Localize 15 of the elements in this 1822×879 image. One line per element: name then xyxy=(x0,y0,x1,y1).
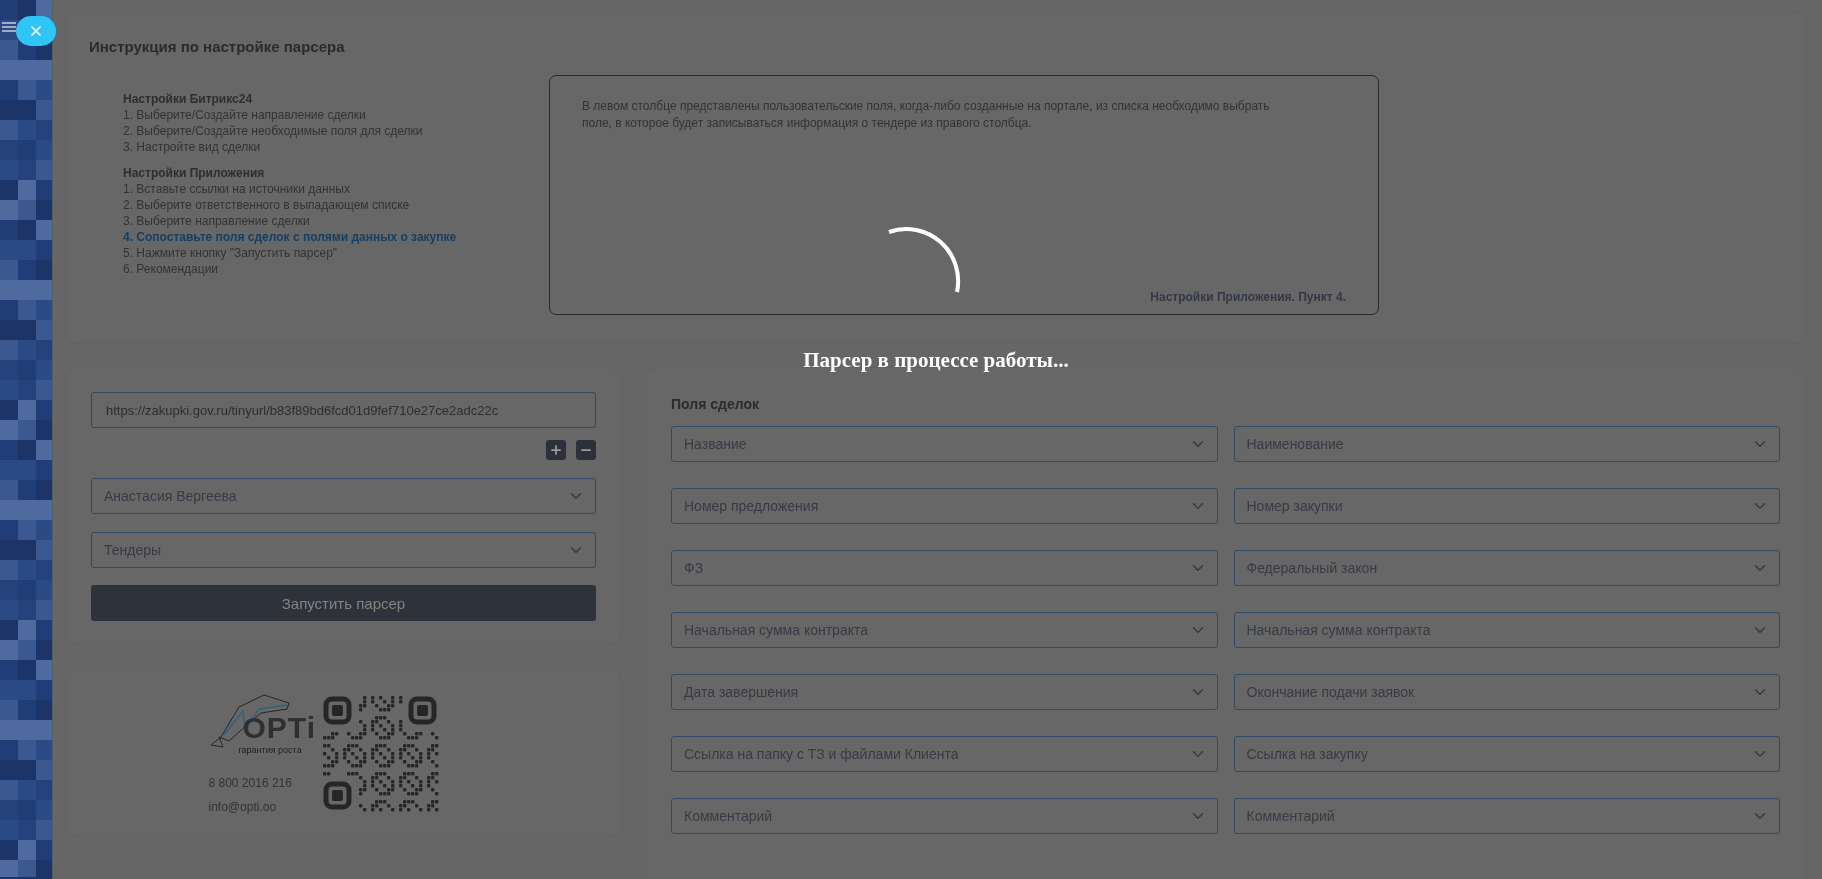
deal-fields-title: Поля сделок xyxy=(671,396,760,412)
plus-icon xyxy=(549,443,563,457)
section-heading: Настройки Приложения xyxy=(123,165,266,181)
loading-message: Парсер в процессе работы... xyxy=(802,348,1070,373)
close-icon xyxy=(28,23,44,39)
instruction-step[interactable]: 4. Сопоставьте поля сделок с полями данных о закупке xyxy=(123,229,549,245)
logo-tagline: гарантия роста xyxy=(238,744,302,755)
section-heading: Настройки Битрикс24 xyxy=(123,91,254,107)
menu-icon[interactable] xyxy=(2,22,16,32)
url-field[interactable]: https://zakupki.gov.ru/tinyurl/b83f89bd6fcd01d9fef710e27ce2adc22c xyxy=(91,392,596,428)
add-button[interactable] xyxy=(546,440,566,460)
logo-wordmark: OPTi xyxy=(242,712,316,743)
start-parser-button[interactable]: Запустить парсер xyxy=(91,585,596,621)
remove-button[interactable] xyxy=(576,440,596,460)
instruction-title: Инструкция по настройке парсера xyxy=(89,38,346,55)
